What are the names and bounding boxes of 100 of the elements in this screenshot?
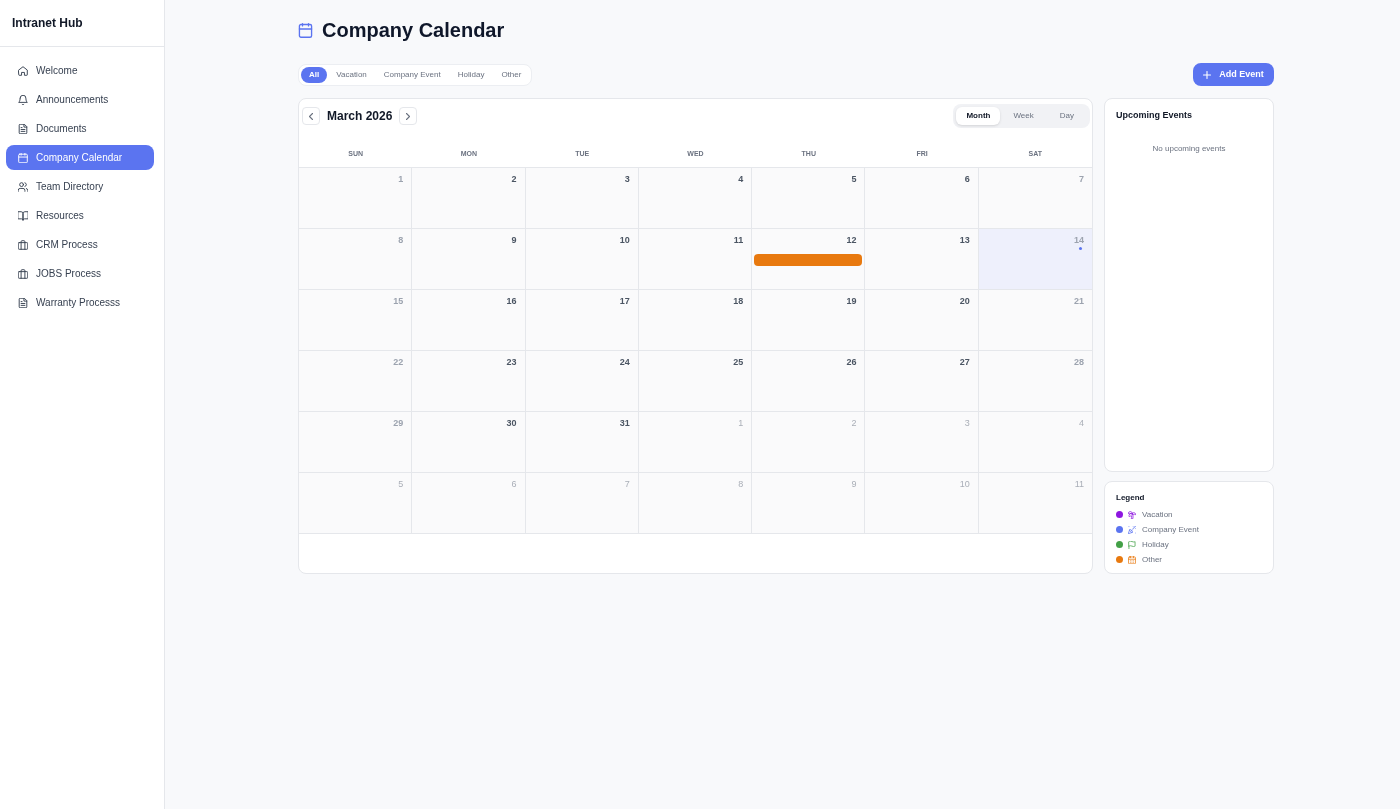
day-cell[interactable]: 2 (412, 168, 526, 229)
day-number: 1 (398, 174, 404, 185)
day-number: 17 (619, 296, 630, 307)
day-number: 18 (733, 296, 744, 307)
legend-title: Legend (1116, 492, 1146, 504)
day-cell[interactable]: 23 (412, 351, 526, 412)
day-cell[interactable]: 12 (752, 229, 866, 290)
book-icon (18, 210, 28, 221)
month-label: March 2026 (327, 108, 393, 125)
day-cell[interactable]: 11 (638, 229, 753, 290)
plus-icon (1203, 70, 1212, 79)
day-cell[interactable]: 24 (525, 351, 639, 412)
day-cell[interactable]: 26 (752, 351, 866, 412)
calendar-icon (298, 22, 313, 38)
panel-title: Upcoming Events (1116, 109, 1193, 122)
day-cell[interactable]: 18 (638, 290, 753, 351)
document-icon (18, 123, 28, 134)
day-cell[interactable]: 19 (752, 290, 866, 351)
day-number: 6 (964, 174, 970, 185)
view-tab[interactable]: Month (956, 107, 1001, 125)
filter-tab[interactable]: Vacation (328, 66, 375, 83)
palm-tree-icon (1128, 510, 1136, 519)
add-event-button[interactable]: Add Event (1193, 63, 1274, 86)
users-icon (18, 181, 28, 192)
day-number: 3 (624, 174, 630, 185)
day-number: 14 (1073, 235, 1084, 246)
day-cell[interactable]: 30 (412, 412, 526, 473)
day-number: 13 (959, 235, 970, 246)
day-cell[interactable]: 20 (865, 290, 979, 351)
day-number: 24 (619, 357, 630, 368)
day-number: 22 (393, 357, 404, 368)
day-cell[interactable]: 17 (525, 290, 639, 351)
day-cell[interactable]: 31 (525, 412, 639, 473)
day-number: 7 (624, 479, 630, 490)
briefcase-icon (18, 239, 28, 250)
day-number: 11 (733, 235, 744, 246)
day-number: 30 (506, 418, 517, 429)
day-cell[interactable]: 5 (752, 168, 866, 229)
day-cell[interactable]: 4 (638, 168, 753, 229)
calendar-icon (1128, 555, 1136, 564)
sidebar-item[interactable]: Welcome (6, 58, 154, 83)
briefcase-icon (18, 268, 28, 279)
legend-label: Vacation (1142, 508, 1173, 521)
app-title: Intranet Hub (12, 15, 83, 32)
day-number: 3 (964, 418, 970, 429)
day-cell[interactable]: 6 (865, 168, 979, 229)
day-number: 27 (959, 357, 970, 368)
chevron-right-icon (406, 112, 411, 120)
filter-tab[interactable]: Other (493, 66, 530, 83)
chevron-left-icon (309, 112, 313, 120)
filter-tab[interactable]: Company Event (375, 66, 449, 83)
day-number: 1 (738, 418, 744, 429)
day-number: 8 (738, 479, 744, 490)
day-number: 26 (846, 357, 857, 368)
day-cell[interactable]: 25 (638, 351, 753, 412)
filter-tab[interactable]: All (301, 66, 328, 83)
filter-tab[interactable]: Holiday (449, 66, 493, 83)
day-number: 8 (398, 235, 404, 246)
view-tab[interactable]: Day (1046, 107, 1087, 125)
day-cell[interactable]: 3 (525, 168, 639, 229)
day-number: 10 (619, 235, 630, 246)
sidebar-item[interactable]: Announcements (6, 87, 154, 112)
sidebar-item[interactable]: JOBS Process (6, 261, 154, 286)
day-number: 2 (851, 418, 857, 429)
day-cell[interactable]: 9 (412, 229, 526, 290)
empty-message: No upcoming events (1151, 142, 1227, 155)
previous-month-button[interactable] (302, 107, 320, 125)
day-number: 9 (851, 479, 857, 490)
calendar-icon (18, 152, 28, 163)
day-cell[interactable]: 10 (525, 229, 639, 290)
sidebar-item[interactable]: Documents (6, 116, 154, 141)
page-title: Company Calendar (322, 20, 505, 40)
day-number: 4 (1078, 418, 1084, 429)
home-icon (18, 65, 28, 76)
day-number: 4 (738, 174, 744, 185)
day-number: 7 (1078, 174, 1084, 185)
day-number: 6 (511, 479, 517, 490)
sidebar-item[interactable]: Resources (6, 203, 154, 228)
sidebar-item[interactable]: CRM Process (6, 232, 154, 257)
view-tab[interactable]: Week (1000, 107, 1047, 125)
day-cell[interactable]: 27 (865, 351, 979, 412)
flag-icon (1128, 540, 1136, 549)
day-cell[interactable]: 13 (865, 229, 979, 290)
day-number: 5 (851, 174, 857, 185)
sidebar-item[interactable]: Warranty Processs (6, 290, 154, 315)
sidebar-item[interactable]: Company Calendar (6, 145, 154, 170)
day-number: 20 (959, 296, 970, 307)
legend-label: Other (1142, 553, 1162, 566)
day-number: 12 (846, 235, 857, 246)
day-cell[interactable]: 16 (412, 290, 526, 351)
sidebar-item[interactable]: Team Directory (6, 174, 154, 199)
event-bar[interactable] (754, 254, 863, 266)
bell-icon (18, 94, 28, 105)
day-number: 9 (511, 235, 517, 246)
next-month-button[interactable] (399, 107, 418, 125)
day-number: 31 (619, 418, 630, 429)
day-number: 29 (393, 418, 404, 429)
day-number: 10 (959, 479, 970, 490)
day-number: 21 (1073, 296, 1084, 307)
day-number: 16 (506, 296, 517, 307)
